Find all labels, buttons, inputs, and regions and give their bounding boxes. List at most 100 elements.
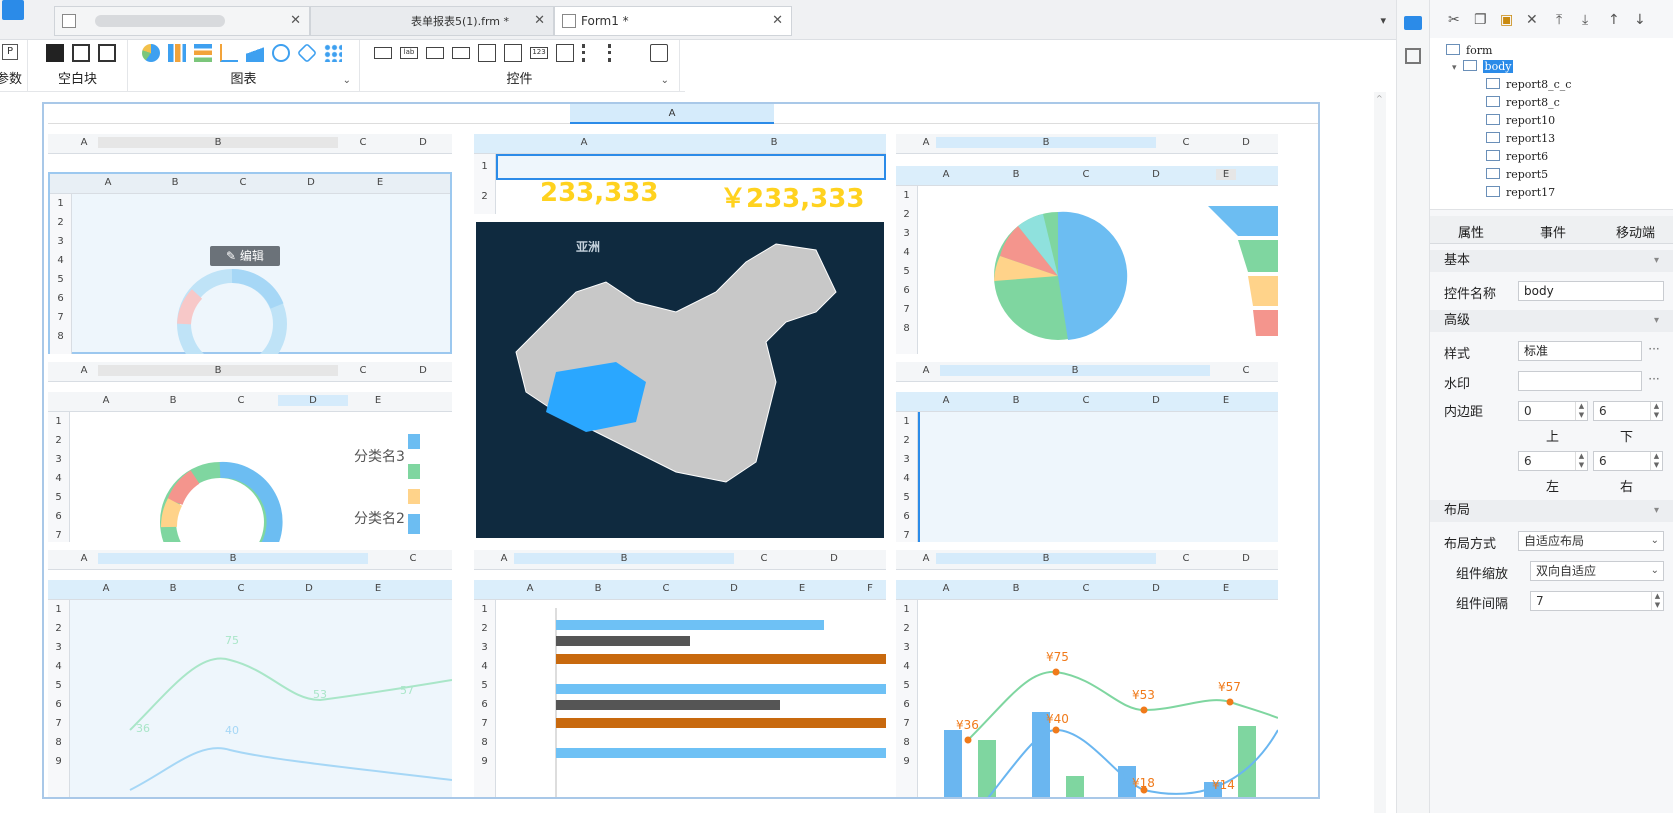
gauge-chart-icon[interactable] [272,44,290,62]
radio-group-widget-icon[interactable] [582,44,600,62]
textfield-widget-icon[interactable] [426,47,444,59]
report-icon [1486,186,1500,197]
combobox-widget-icon[interactable] [452,47,470,59]
gap-stepper[interactable]: 7 ▲ ▼ [1530,591,1664,611]
form-icon [562,14,576,28]
spin-arrows-icon[interactable]: ▲ ▼ [1575,402,1587,420]
textarea-widget-icon[interactable] [556,44,574,62]
section-basic[interactable]: 基本 ▾ [1430,250,1673,272]
tree-label: report8_c_c [1506,78,1572,91]
expand-icon[interactable]: ▾ [1452,63,1457,73]
report-panel-empty[interactable]: ABC ABCDE 12345678 [896,362,1278,542]
line-chart-icon[interactable] [220,44,238,62]
area-chart-icon[interactable] [246,44,264,62]
padding-left-stepper[interactable]: 6 ▲ ▼ [1518,451,1588,471]
section-layout[interactable]: 布局 ▾ [1430,500,1673,522]
radar-chart-icon[interactable] [296,42,318,64]
spin-arrows-icon[interactable]: ▲ ▼ [1651,592,1663,610]
tree-node-form[interactable]: form [1446,44,1492,57]
tab-events[interactable]: 事件 [1540,222,1566,241]
right-label: 右 [1620,480,1634,495]
search-widget-icon[interactable] [650,44,668,62]
report-body[interactable] [918,412,1278,542]
selected-cell[interactable] [496,154,886,180]
scatter-chart-icon[interactable] [324,44,342,62]
spin-arrows-icon[interactable]: ▲ ▼ [1650,402,1662,420]
section-advanced[interactable]: 高级 ▾ [1430,310,1673,332]
tree-node-body[interactable]: ▾ body [1452,60,1514,73]
spin-arrows-icon[interactable]: ▲ ▼ [1575,452,1587,470]
widget-panel-icon[interactable] [1404,16,1422,30]
report-panel-donut-1[interactable]: ABCD ABCDE 12345678 ✎ 编辑 [48,134,452,354]
line-chart [129,657,452,791]
report-panel-map[interactable]: 亚洲 [474,220,886,540]
tree-node-report[interactable]: report8_c_c [1486,78,1571,91]
report-panel-donut-2[interactable]: ABCD ABCDE 12345678 分类名3 分类名2 [48,362,452,542]
row-header: 12 [474,154,496,214]
chevron-down-icon[interactable]: ⌄ [343,75,351,86]
copy-icon[interactable]: ❐ [1474,12,1487,28]
block-split-icon[interactable] [72,44,90,62]
calendar-widget-icon[interactable] [504,44,522,62]
tree-node-report[interactable]: report5 [1486,168,1548,181]
delete-icon[interactable]: ✕ [1526,12,1538,28]
tree-node-report[interactable]: report10 [1486,114,1555,127]
date-widget-icon[interactable] [478,44,496,62]
report-panel-pie[interactable]: ABCD ABCDE 12345678 [896,134,1278,354]
widget-name-field[interactable]: body [1518,281,1664,301]
report-panel-line[interactable]: ABC ABCDE 123456789 75 53 57 36 40 [48,550,452,797]
move-down-icon[interactable]: ↓ [1634,12,1646,28]
form-body[interactable]: A ABCD ABCDE 12345678 ✎ 编辑 A B 1 2 233,3… [42,102,1320,799]
report-panel-metrics[interactable]: AB 12 233,333 ￥233,333 [474,134,886,214]
param-icon[interactable]: P [2,44,18,60]
close-icon[interactable]: ✕ [534,7,545,35]
tab-menu-icon[interactable]: ▾ [1380,14,1386,27]
padding-bottom-stepper[interactable]: 6 ▲ ▼ [1593,401,1663,421]
layout-mode-select[interactable]: 自适应布局 ⌄ [1518,531,1664,551]
tree-node-report[interactable]: report8_c [1486,96,1560,109]
more-icon[interactable]: ··· [1644,371,1664,391]
tab-mobile[interactable]: 移动端 [1616,222,1655,241]
close-icon[interactable]: ✕ [772,7,783,35]
tab-blurred[interactable]: ✕ [54,6,310,36]
move-top-icon[interactable]: ⤒ [1556,12,1562,28]
edit-button[interactable]: ✎ 编辑 [210,246,280,266]
spin-arrows-icon[interactable]: ▲ ▼ [1650,452,1662,470]
watermark-field[interactable] [1518,371,1642,391]
label-widget-icon[interactable]: lab [400,47,418,59]
tree-node-report[interactable]: report13 [1486,132,1555,145]
report-panel-hbar[interactable]: ABCD ABCDEF 123456789 [474,550,886,797]
block-grid-icon[interactable] [98,44,116,62]
padding-top-stepper[interactable]: 0 ▲ ▼ [1518,401,1588,421]
paste-icon[interactable]: ▣ [1500,12,1513,28]
vertical-scrollbar[interactable]: ^ [1374,92,1386,813]
cut-icon[interactable]: ✂ [1448,12,1460,28]
chevron-down-icon[interactable]: ⌄ [661,75,669,86]
tree-node-report[interactable]: report17 [1486,186,1555,199]
report-body[interactable]: 75 53 57 36 40 [70,600,452,797]
style-field[interactable]: 标准 [1518,341,1642,361]
number-widget-icon[interactable]: 123 [530,47,548,59]
layout-panel-icon[interactable] [1405,48,1421,64]
widget-name-label: 控件名称 [1444,287,1497,302]
more-icon[interactable]: ··· [1644,341,1664,361]
pie-chart-icon[interactable] [142,44,160,62]
tab-frm[interactable]: 表单报表5(1).frm * ✕ [310,6,554,36]
move-bottom-icon[interactable]: ⤓ [1582,12,1588,28]
tab-properties[interactable]: 属性 [1458,222,1484,241]
checkbox-group-widget-icon[interactable] [608,44,626,62]
close-icon[interactable]: ✕ [290,7,301,35]
report-panel-combo[interactable]: ABCD ABCDE 123456789 ¥75 ¥53 ¥57 ¥36 ¥40… [896,550,1278,797]
line-label: 36 [136,722,150,735]
block-solid-icon[interactable] [46,44,64,62]
tree-node-report[interactable]: report6 [1486,150,1548,163]
report-body[interactable]: ABCDE 12345678 ✎ 编辑 [48,172,452,354]
scale-select[interactable]: 双向自适应 ⌄ [1530,561,1664,581]
padding-right-stepper[interactable]: 6 ▲ ▼ [1593,451,1663,471]
tab-form1[interactable]: Form1 * ✕ [554,6,792,36]
app-icon[interactable] [2,0,24,20]
button-widget-icon[interactable] [374,47,392,59]
move-up-icon[interactable]: ↑ [1608,12,1620,28]
bar-chart-icon[interactable] [168,44,186,62]
hbar-chart-icon[interactable] [194,44,212,62]
